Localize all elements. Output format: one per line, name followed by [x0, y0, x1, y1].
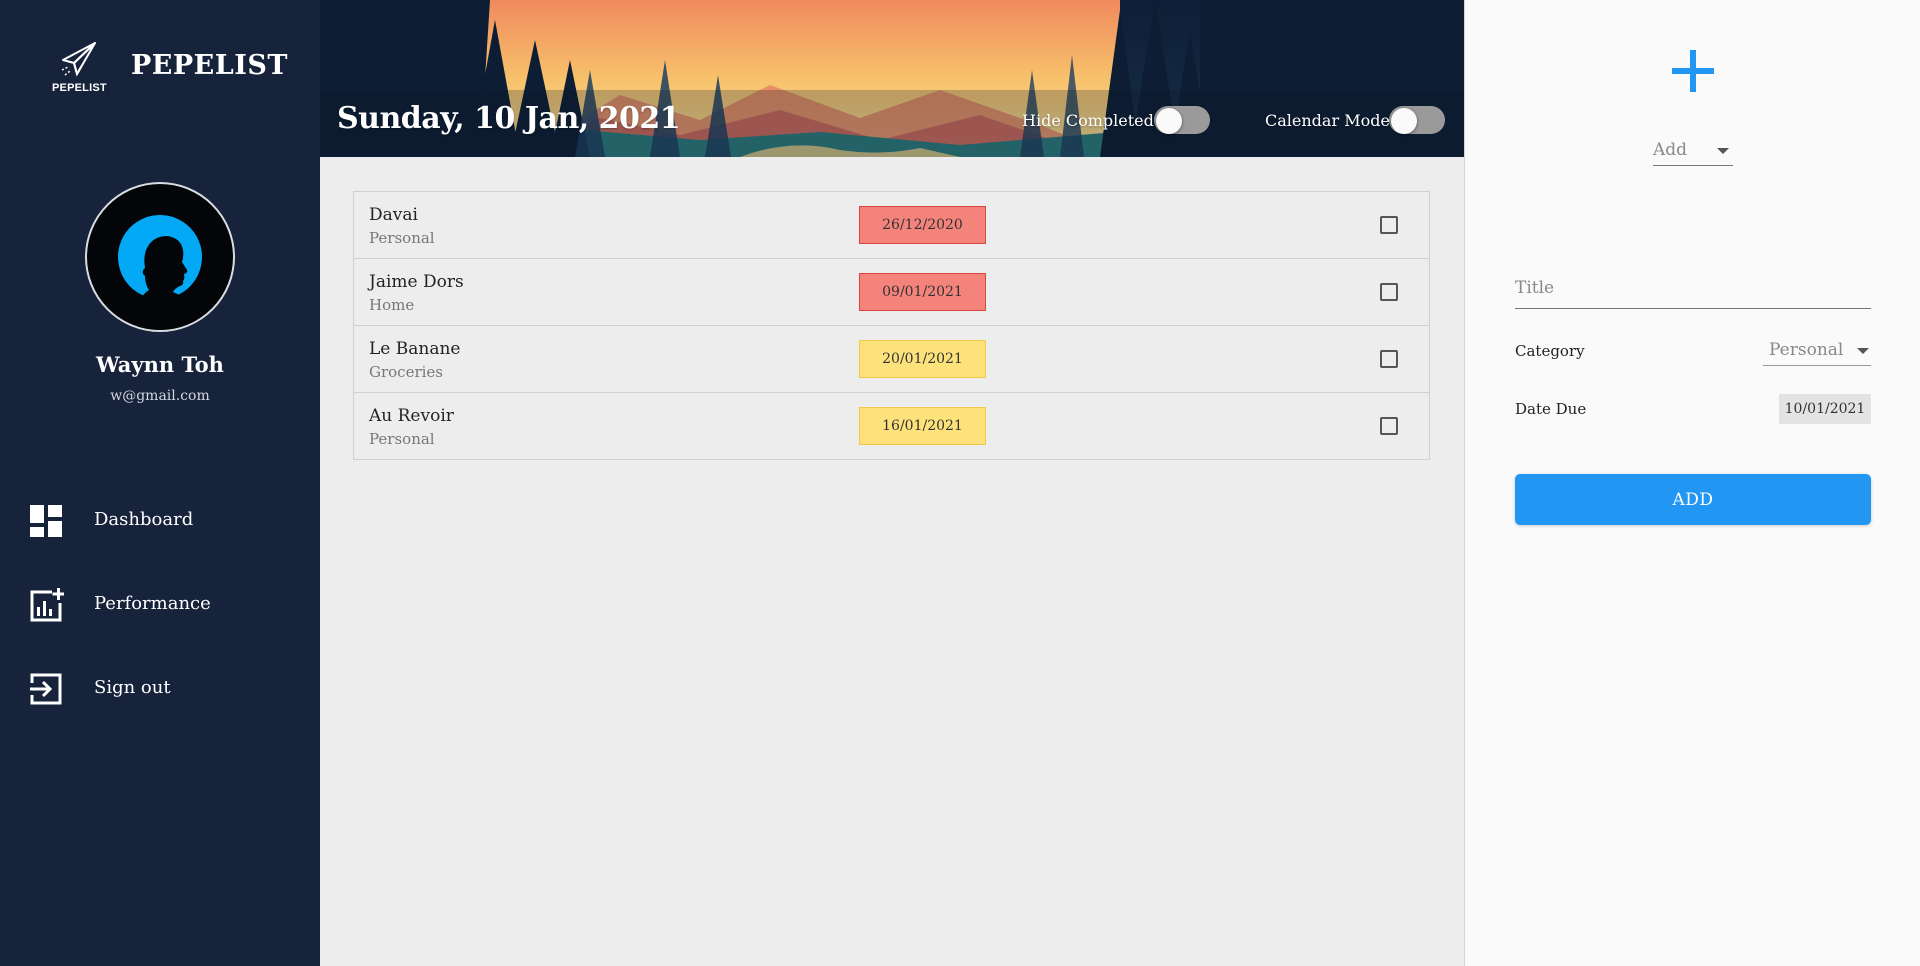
caret-down-icon — [1857, 348, 1869, 354]
brand-logo-text: PEPELIST — [52, 82, 107, 94]
paper-plane-icon — [61, 42, 96, 77]
task-title: Au Revoir — [369, 406, 454, 426]
nav-item-label: Dashboard — [94, 509, 194, 530]
task-row[interactable]: Davai Personal 26/12/2020 — [353, 191, 1430, 259]
due-date-badge: 26/12/2020 — [859, 206, 986, 244]
task-row[interactable]: Le Banane Groceries 20/01/2021 — [353, 325, 1430, 393]
app-name: PEPELIST — [131, 50, 288, 81]
category-select-value: Personal — [1769, 340, 1844, 360]
category-label: Category — [1515, 342, 1585, 360]
add-button[interactable]: ADD — [1515, 474, 1871, 525]
sidebar: PEPELIST PEPELIST Waynn Toh w@gmail.com … — [0, 0, 320, 966]
toggle-knob — [1391, 108, 1417, 134]
task-category: Personal — [369, 229, 435, 247]
task-title: Jaime Dors — [369, 272, 464, 292]
plus-icon[interactable] — [1670, 48, 1716, 94]
task-category: Personal — [369, 430, 435, 448]
toggle-knob — [1156, 108, 1182, 134]
nav-item-performance[interactable]: Performance — [28, 584, 298, 626]
due-date-badge: 16/01/2021 — [859, 407, 986, 445]
user-silhouette-icon — [118, 215, 202, 330]
task-title: Le Banane — [369, 339, 461, 359]
task-complete-checkbox[interactable] — [1380, 216, 1398, 234]
category-select[interactable]: Personal — [1763, 336, 1871, 366]
avatar — [85, 182, 235, 332]
current-date-title: Sunday, 10 Jan, 2021 — [337, 101, 681, 136]
brand: PEPELIST PEPELIST — [52, 38, 292, 98]
add-task-panel: Add Category Personal Date Due 10/01/202… — [1464, 0, 1920, 966]
date-due-field[interactable]: 10/01/2021 — [1779, 394, 1871, 424]
hide-completed-toggle-group: Hide Completed — [1022, 102, 1210, 136]
header-banner: Sunday, 10 Jan, 2021 Hide Completed Cale… — [320, 0, 1464, 157]
task-complete-checkbox[interactable] — [1380, 417, 1398, 435]
task-title: Davai — [369, 205, 418, 225]
date-due-label: Date Due — [1515, 400, 1587, 418]
nav-item-dashboard[interactable]: Dashboard — [28, 500, 298, 542]
performance-icon — [30, 588, 64, 622]
sign-out-icon — [30, 673, 62, 705]
mode-select-value: Add — [1653, 140, 1688, 160]
user-name: Waynn Toh — [96, 352, 224, 377]
due-date-badge: 20/01/2021 — [859, 340, 986, 378]
caret-down-icon — [1717, 148, 1729, 154]
nav-item-label: Performance — [94, 593, 211, 614]
task-complete-checkbox[interactable] — [1380, 283, 1398, 301]
hide-completed-toggle[interactable] — [1154, 106, 1210, 134]
task-row[interactable]: Au Revoir Personal 16/01/2021 — [353, 392, 1430, 460]
task-category: Groceries — [369, 363, 444, 381]
calendar-mode-toggle[interactable] — [1389, 106, 1445, 134]
user-email: w@gmail.com — [110, 388, 210, 404]
brand-logo: PEPELIST — [52, 38, 107, 98]
dashboard-icon — [30, 505, 62, 537]
task-complete-checkbox[interactable] — [1380, 350, 1398, 368]
title-input[interactable] — [1515, 267, 1871, 309]
nav-item-sign-out[interactable]: Sign out — [28, 668, 298, 710]
calendar-mode-toggle-group: Calendar Mode — [1265, 102, 1445, 136]
nav-item-label: Sign out — [94, 677, 171, 698]
due-date-badge: 09/01/2021 — [859, 273, 986, 311]
mode-select[interactable]: Add — [1653, 136, 1733, 166]
calendar-mode-label: Calendar Mode — [1265, 111, 1390, 130]
task-category: Home — [369, 296, 415, 314]
task-list: Davai Personal 26/12/2020 Jaime Dors Hom… — [353, 191, 1430, 460]
task-row[interactable]: Jaime Dors Home 09/01/2021 — [353, 258, 1430, 326]
hide-completed-label: Hide Completed — [1022, 111, 1154, 130]
